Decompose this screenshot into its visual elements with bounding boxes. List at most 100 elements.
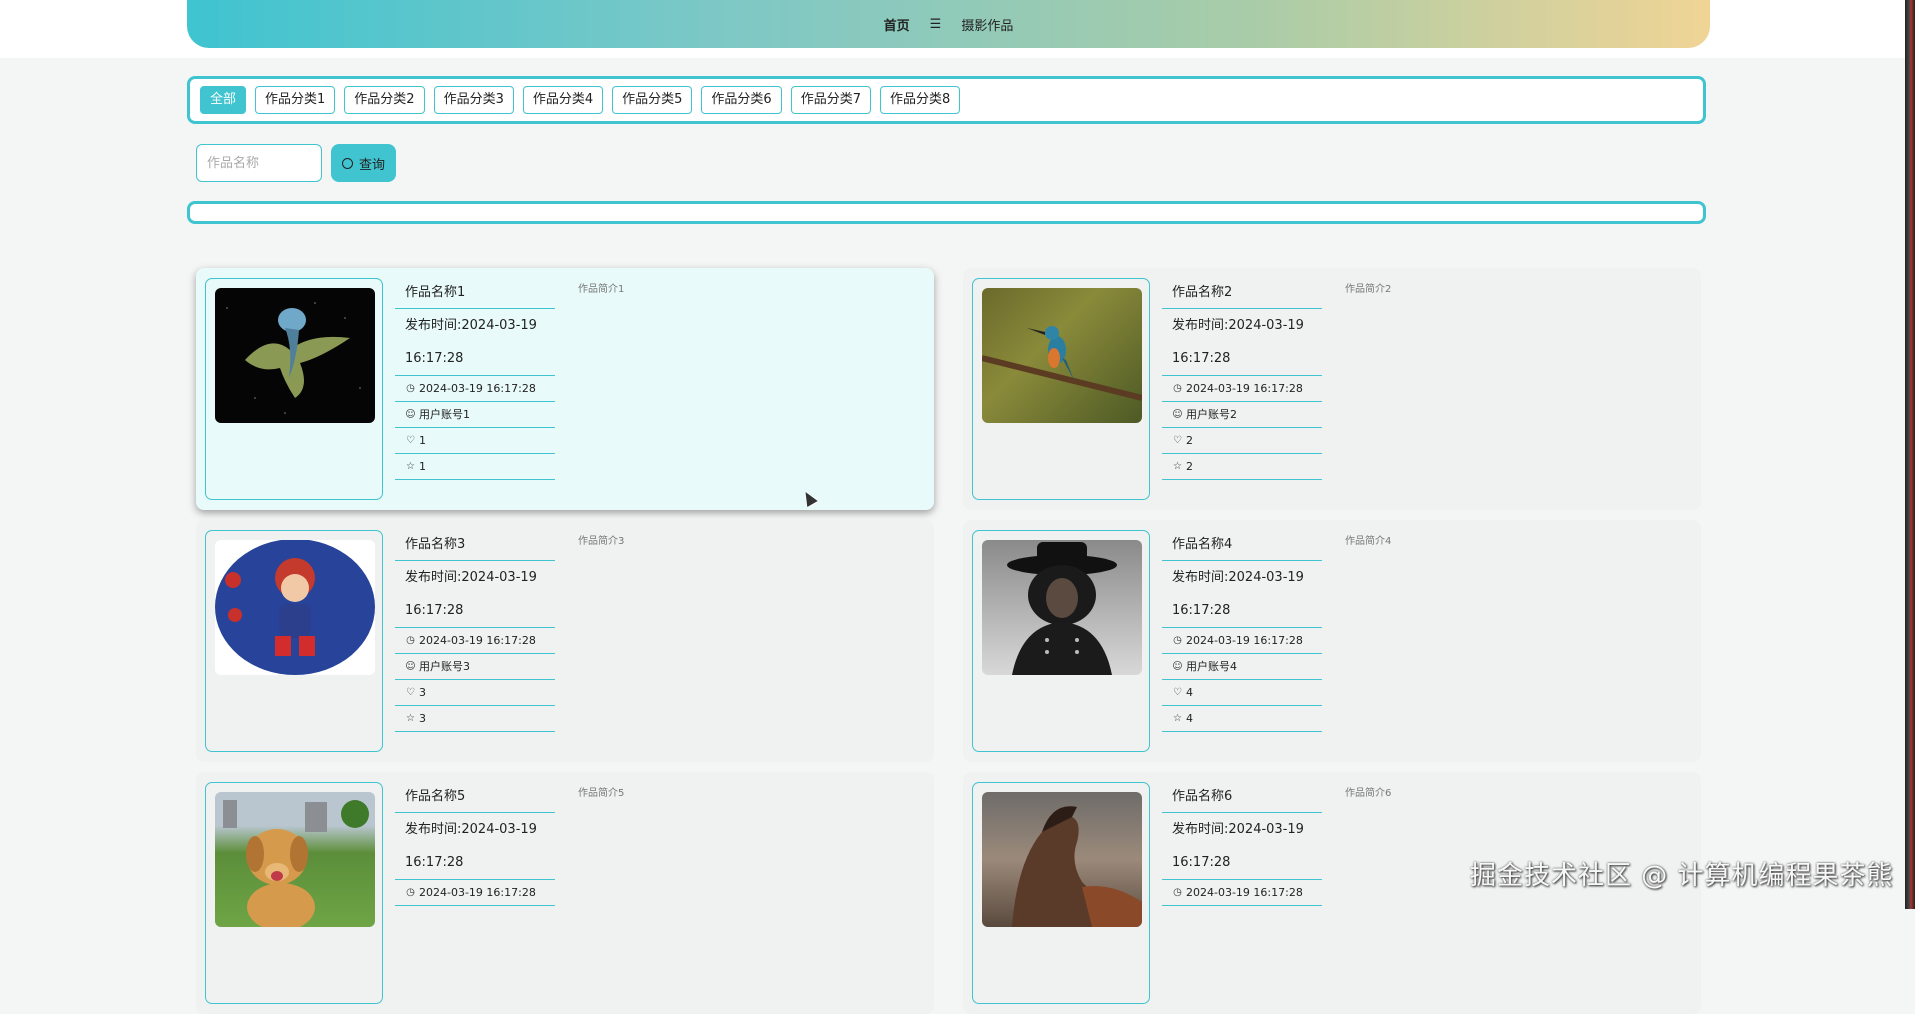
- work-favorites-row: ☆ 3: [395, 706, 555, 732]
- work-title[interactable]: 作品名称2: [1162, 278, 1322, 309]
- work-title[interactable]: 作品名称5: [395, 782, 555, 813]
- thumbs-up-icon: ♡: [406, 687, 415, 698]
- work-publish-date: 发布时间:2024-03-19: [1172, 318, 1304, 333]
- works-grid: 作品名称1 发布时间:2024-03-19 16:17:28 ◷ 2024-03-…: [187, 246, 1710, 1014]
- work-image-frame[interactable]: [972, 278, 1150, 500]
- window-edge: [1905, 0, 1915, 909]
- thumbs-up-icon: ♡: [1173, 687, 1182, 698]
- work-image-frame[interactable]: [205, 530, 383, 752]
- work-photo[interactable]: [215, 540, 375, 675]
- category-6[interactable]: 作品分类6: [701, 86, 782, 114]
- work-image-frame[interactable]: [972, 782, 1150, 1004]
- work-photo[interactable]: [982, 288, 1142, 423]
- work-likes: 2: [1186, 434, 1193, 447]
- work-publish-date: 发布时间:2024-03-19: [405, 570, 537, 585]
- work-time-row: ◷ 2024-03-19 16:17:28: [395, 880, 555, 906]
- nav-home-link[interactable]: 首页: [884, 15, 910, 34]
- work-time-row: ◷ 2024-03-19 16:17:28: [395, 376, 555, 402]
- search-icon: [341, 157, 353, 169]
- star-icon: ☆: [1173, 713, 1182, 724]
- top-nav-bar: 首页 ☰ 摄影作品: [187, 0, 1710, 48]
- work-user: 用户账号2: [1186, 408, 1237, 421]
- nav-separator-icon: ☰: [929, 16, 942, 32]
- work-title[interactable]: 作品名称6: [1162, 782, 1322, 813]
- category-7[interactable]: 作品分类7: [790, 86, 871, 114]
- work-photo[interactable]: [982, 540, 1142, 675]
- work-image-frame[interactable]: [972, 530, 1150, 752]
- work-likes: 4: [1186, 686, 1193, 699]
- category-filter-bar: 全部 作品分类1 作品分类2 作品分类3 作品分类4 作品分类5 作品分类6 作…: [187, 76, 1706, 124]
- work-publish-time: 16:17:28: [1162, 846, 1322, 880]
- work-user: 用户账号4: [1186, 660, 1237, 673]
- clock-icon: ◷: [1173, 383, 1182, 394]
- work-time-row: ◷ 2024-03-19 16:17:28: [1162, 628, 1322, 654]
- work-card[interactable]: 作品名称3 发布时间:2024-03-19 16:17:28 ◷ 2024-03-…: [196, 520, 934, 762]
- work-photo[interactable]: [215, 792, 375, 927]
- query-button-label: 查询: [358, 157, 385, 173]
- work-description: 作品简介6: [1345, 788, 1392, 799]
- work-time-row: ◷ 2024-03-19 16:17:28: [395, 628, 555, 654]
- clock-icon: ◷: [1173, 887, 1182, 898]
- category-3[interactable]: 作品分类3: [433, 86, 514, 114]
- nav-current-page[interactable]: 摄影作品: [961, 15, 1013, 34]
- work-favorites-row: ☆ 2: [1162, 454, 1322, 480]
- work-publish-date: 发布时间:2024-03-19: [1172, 570, 1304, 585]
- work-likes-row: ♡ 4: [1162, 680, 1322, 706]
- work-title[interactable]: 作品名称4: [1162, 530, 1322, 561]
- clock-icon: ◷: [1173, 635, 1182, 646]
- work-photo[interactable]: [215, 288, 375, 423]
- user-icon: ☺: [1172, 409, 1183, 420]
- watermark: 掘金技术社区 @ 计算机编程果茶熊: [1470, 861, 1894, 891]
- category-2[interactable]: 作品分类2: [344, 86, 425, 114]
- work-info: 作品名称3 发布时间:2024-03-19 16:17:28 ◷ 2024-03-…: [395, 530, 555, 732]
- work-image-frame[interactable]: [205, 782, 383, 1004]
- work-image-frame[interactable]: [205, 278, 383, 500]
- work-publish-time: 16:17:28: [395, 342, 555, 376]
- star-icon: ☆: [406, 713, 415, 724]
- work-user-row: ☺ 用户账号1: [395, 402, 555, 428]
- user-icon: ☺: [405, 409, 416, 420]
- work-favorites: 3: [419, 712, 426, 725]
- category-all[interactable]: 全部: [200, 86, 247, 114]
- work-favorites: 2: [1186, 460, 1193, 473]
- clock-icon: ◷: [406, 887, 415, 898]
- category-8[interactable]: 作品分类8: [879, 86, 961, 114]
- clock-icon: ◷: [406, 383, 415, 394]
- clock-icon: ◷: [406, 635, 415, 646]
- thumbs-up-icon: ♡: [406, 435, 415, 446]
- category-4[interactable]: 作品分类4: [522, 86, 604, 114]
- work-description: 作品简介5: [578, 788, 625, 799]
- work-likes: 1: [419, 434, 426, 447]
- work-favorites: 4: [1186, 712, 1193, 725]
- work-publish-time: 16:17:28: [1162, 594, 1322, 628]
- query-button[interactable]: 查询: [331, 144, 396, 182]
- work-time-row: ◷ 2024-03-19 16:17:28: [1162, 880, 1322, 906]
- category-5[interactable]: 作品分类5: [612, 86, 693, 114]
- work-publish-date: 发布时间:2024-03-19: [1172, 822, 1304, 837]
- work-info: 作品名称4 发布时间:2024-03-19 16:17:28 ◷ 2024-03-…: [1162, 530, 1322, 732]
- work-description: 作品简介3: [578, 536, 625, 547]
- work-user-row: ☺ 用户账号4: [1162, 654, 1322, 680]
- work-title[interactable]: 作品名称3: [395, 530, 555, 561]
- work-card[interactable]: 作品名称5 发布时间:2024-03-19 16:17:28 ◷ 2024-03-…: [196, 772, 934, 1014]
- work-title[interactable]: 作品名称1: [395, 278, 555, 309]
- search-input[interactable]: [196, 144, 322, 182]
- thumbs-up-icon: ♡: [1173, 435, 1182, 446]
- work-description: 作品简介2: [1345, 284, 1392, 295]
- work-card[interactable]: 作品名称6 发布时间:2024-03-19 16:17:28 ◷ 2024-03-…: [963, 772, 1701, 1014]
- work-publish-time: 16:17:28: [395, 846, 555, 880]
- work-time: 2024-03-19 16:17:28: [419, 634, 536, 647]
- user-icon: ☺: [405, 661, 416, 672]
- work-likes-row: ♡ 2: [1162, 428, 1322, 454]
- work-likes-row: ♡ 3: [395, 680, 555, 706]
- work-time: 2024-03-19 16:17:28: [419, 382, 536, 395]
- work-favorites-row: ☆ 4: [1162, 706, 1322, 732]
- user-icon: ☺: [1172, 661, 1183, 672]
- category-1[interactable]: 作品分类1: [255, 86, 336, 114]
- work-description: 作品简介1: [578, 284, 625, 295]
- work-photo[interactable]: [982, 792, 1142, 927]
- work-card[interactable]: 作品名称1 发布时间:2024-03-19 16:17:28 ◷ 2024-03-…: [196, 268, 934, 510]
- work-card[interactable]: 作品名称4 发布时间:2024-03-19 16:17:28 ◷ 2024-03-…: [963, 520, 1701, 762]
- star-icon: ☆: [1173, 461, 1182, 472]
- work-card[interactable]: 作品名称2 发布时间:2024-03-19 16:17:28 ◷ 2024-03-…: [963, 268, 1701, 510]
